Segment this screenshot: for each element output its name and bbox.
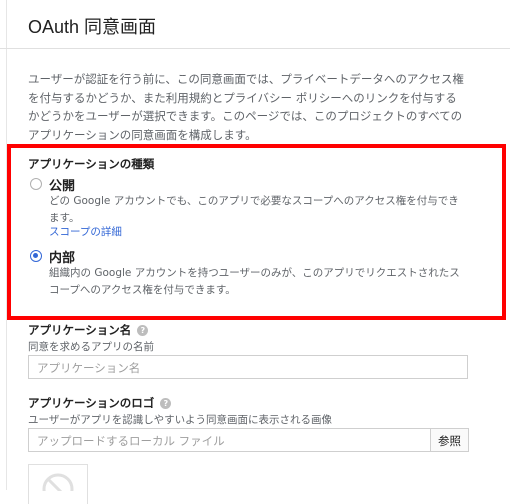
no-image-icon [42, 473, 74, 491]
help-icon[interactable]: ? [160, 398, 172, 409]
logo-preview [28, 464, 88, 504]
logo-file-input[interactable]: アップロードするローカル ファイル [28, 428, 431, 452]
help-icon[interactable]: ? [137, 325, 149, 336]
browse-button[interactable]: 参照 [430, 428, 469, 452]
app-type-title: アプリケーションの種類 [28, 157, 155, 171]
app-name-title: アプリケーション名 [28, 323, 132, 337]
app-name-title-row: アプリケーション名? [28, 322, 149, 338]
app-logo-title: アプリケーションのロゴ [28, 396, 155, 410]
app-logo-title-row: アプリケーションのロゴ? [28, 395, 172, 411]
public-radio[interactable] [30, 178, 42, 190]
page-header: OAuth 同意画面 [0, 0, 510, 49]
page-title: OAuth 同意画面 [28, 17, 157, 37]
internal-radio[interactable] [30, 250, 42, 262]
app-name-subtitle: 同意を求めるアプリの名前 [28, 341, 154, 353]
app-logo-subtitle: ユーザーがアプリを認識しやすいよう同意画面に表示される画像 [28, 414, 332, 426]
scope-details-link[interactable]: スコープの詳細 [49, 224, 122, 239]
internal-label[interactable]: 内部 [49, 247, 75, 266]
app-name-input[interactable]: アプリケーション名 [28, 355, 468, 379]
internal-description: 組織内の Google アカウントを持つユーザーのみが、このアプリでリクエストさ… [49, 267, 460, 296]
public-label[interactable]: 公開 [49, 175, 75, 194]
public-description: どの Google アカウントでも、このアプリで必要なスコープへのアクセス権を付… [49, 195, 459, 224]
intro-text: ユーザーが認証を行う前に、この同意画面では、プライベートデータへのアクセス権を付… [28, 72, 464, 142]
